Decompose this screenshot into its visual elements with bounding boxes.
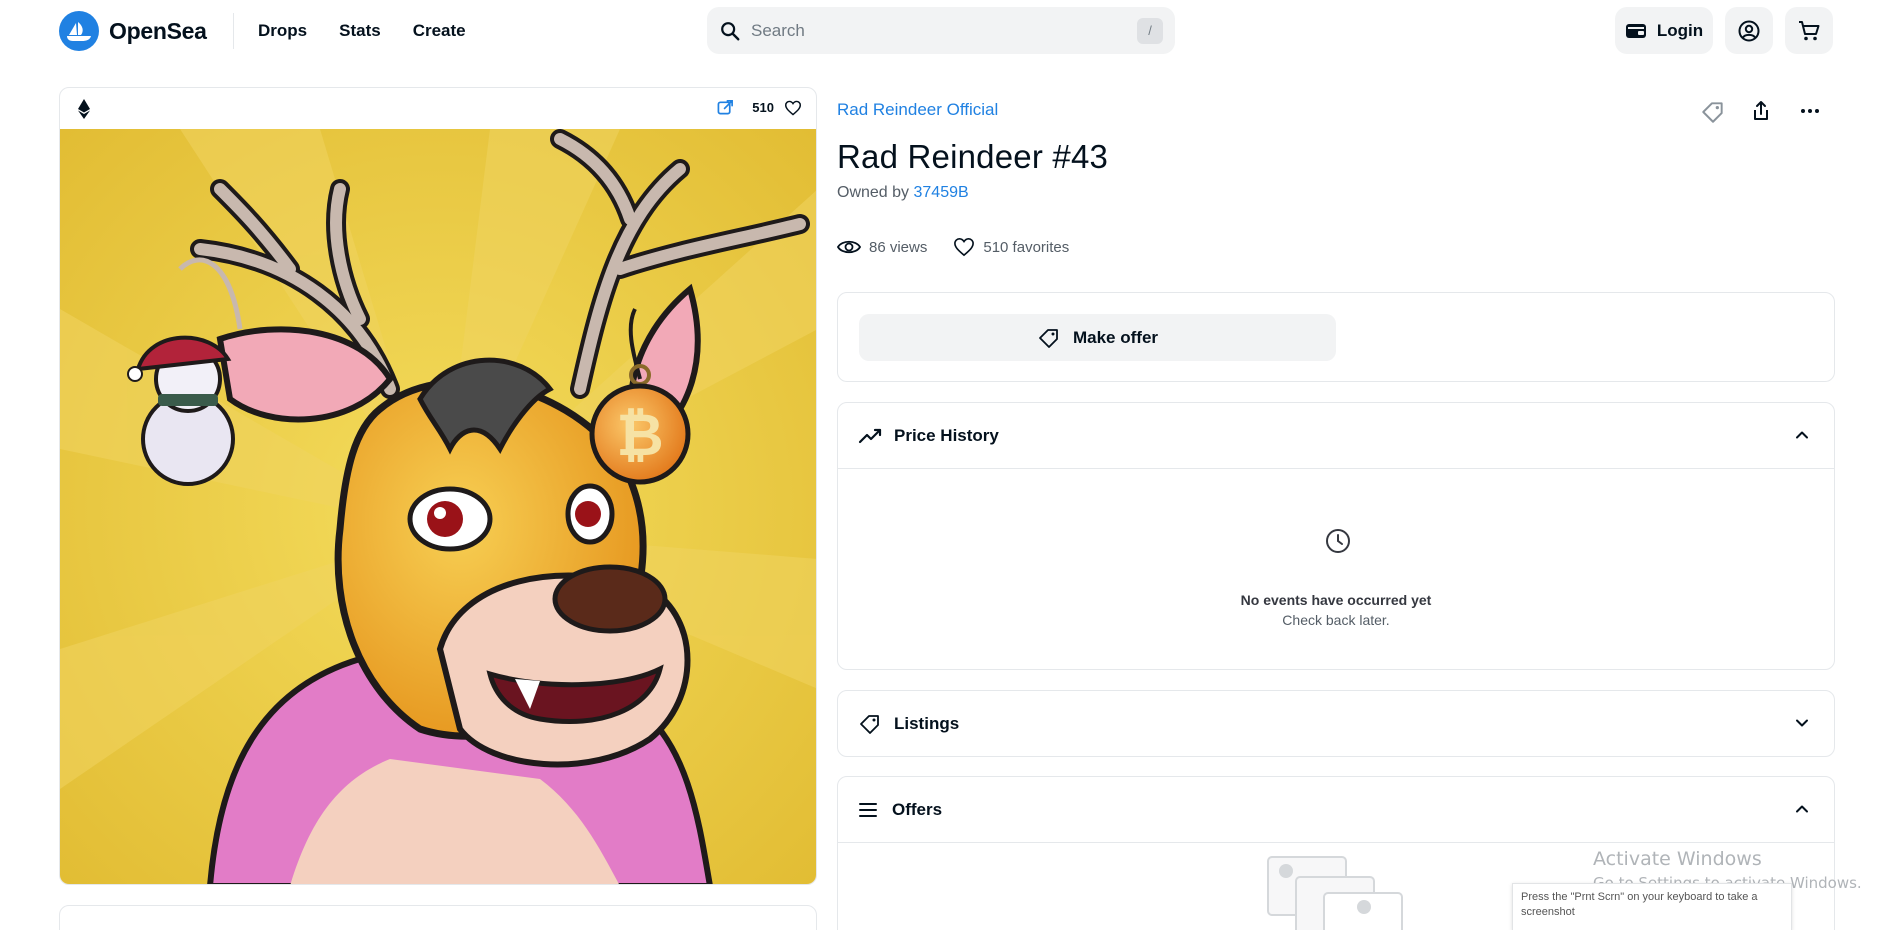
top-header: OpenSea Drops Stats Create / Login bbox=[0, 0, 1897, 62]
price-history-panel: Price History No events have occurred ye… bbox=[837, 402, 1835, 670]
item-stats: 86 views 510 favorites bbox=[837, 237, 1069, 257]
account-button[interactable] bbox=[1725, 7, 1773, 54]
print-screen-tooltip: Press the "Prnt Scrn" on your keyboard t… bbox=[1512, 883, 1792, 930]
cart-button[interactable] bbox=[1785, 7, 1833, 54]
price-history-body: No events have occurred yet Check back l… bbox=[838, 468, 1834, 670]
views-stat: 86 views bbox=[837, 237, 927, 257]
owner-link[interactable]: 37459B bbox=[914, 184, 969, 201]
empty-state-subtitle: Check back later. bbox=[1282, 612, 1390, 628]
nav-drops[interactable]: Drops bbox=[258, 21, 307, 41]
search-icon bbox=[721, 21, 740, 40]
offer-tag-icon[interactable] bbox=[1700, 99, 1726, 125]
search-bar[interactable]: / bbox=[707, 7, 1175, 54]
empty-state-title: No events have occurred yet bbox=[1240, 592, 1432, 608]
trend-line-icon bbox=[858, 428, 882, 443]
chevron-up-icon bbox=[1796, 431, 1808, 439]
asset-image-card: 510 ₿ bbox=[59, 87, 817, 885]
opensea-logo[interactable]: OpenSea bbox=[59, 11, 207, 51]
wallet-icon bbox=[1625, 23, 1646, 38]
price-history-header[interactable]: Price History bbox=[838, 403, 1834, 468]
clock-icon bbox=[1326, 529, 1350, 553]
heart-icon[interactable] bbox=[784, 100, 802, 116]
login-button[interactable]: Login bbox=[1615, 7, 1713, 54]
empty-offers-illustration-icon bbox=[1267, 856, 1403, 930]
cart-icon bbox=[1799, 20, 1820, 40]
svg-text:₿: ₿ bbox=[616, 401, 663, 469]
heart-outline-icon bbox=[954, 237, 975, 257]
listings-header[interactable]: Listings bbox=[838, 691, 1834, 756]
chevron-up-icon bbox=[1796, 805, 1808, 813]
asset-card-toolbar: 510 bbox=[60, 88, 816, 129]
opensea-logo-icon bbox=[59, 11, 99, 51]
ethereum-icon bbox=[78, 98, 90, 119]
nav-create[interactable]: Create bbox=[413, 21, 466, 41]
search-input[interactable] bbox=[751, 20, 1137, 41]
price-history-title: Price History bbox=[894, 425, 999, 445]
tag-icon bbox=[860, 714, 879, 734]
tag-icon bbox=[1039, 328, 1058, 348]
views-count: 86 views bbox=[869, 238, 928, 256]
favorites-count-label: 510 favorites bbox=[983, 238, 1070, 256]
header-divider bbox=[233, 13, 234, 49]
account-icon bbox=[1738, 20, 1760, 41]
list-icon bbox=[859, 802, 877, 817]
asset-card-actions: 510 bbox=[717, 99, 802, 116]
item-title: Rad Reindeer #43 bbox=[837, 138, 1109, 175]
nft-artwork[interactable]: ₿ bbox=[60, 129, 817, 885]
offer-panel: Make offer bbox=[837, 292, 1835, 382]
owned-by-label: Owned by bbox=[837, 184, 910, 201]
collection-link[interactable]: Rad Reindeer Official bbox=[837, 100, 998, 120]
offers-header[interactable]: Offers bbox=[838, 777, 1834, 842]
offers-title: Offers bbox=[892, 799, 943, 819]
main-nav: Drops Stats Create bbox=[258, 21, 466, 41]
login-label: Login bbox=[1656, 20, 1704, 40]
favorites-count: 510 bbox=[752, 100, 774, 115]
external-link-icon[interactable] bbox=[717, 99, 734, 116]
search-shortcut-hint: / bbox=[1137, 17, 1163, 44]
listings-panel: Listings bbox=[837, 690, 1835, 757]
share-icon[interactable] bbox=[1749, 99, 1773, 123]
chevron-down-icon bbox=[1796, 719, 1808, 727]
make-offer-button[interactable]: Make offer bbox=[859, 314, 1336, 361]
nav-stats[interactable]: Stats bbox=[339, 21, 381, 41]
owned-by: Owned by 37459B bbox=[837, 184, 969, 202]
listings-title: Listings bbox=[894, 713, 960, 733]
favorites-stat: 510 favorites bbox=[953, 237, 1069, 257]
make-offer-label: Make offer bbox=[1072, 327, 1159, 347]
activate-title: Activate Windows bbox=[1593, 848, 1762, 870]
asset-details-card bbox=[59, 905, 817, 930]
eye-icon bbox=[837, 240, 861, 254]
more-options-icon[interactable] bbox=[1798, 99, 1822, 123]
brand-name: OpenSea bbox=[109, 17, 207, 44]
